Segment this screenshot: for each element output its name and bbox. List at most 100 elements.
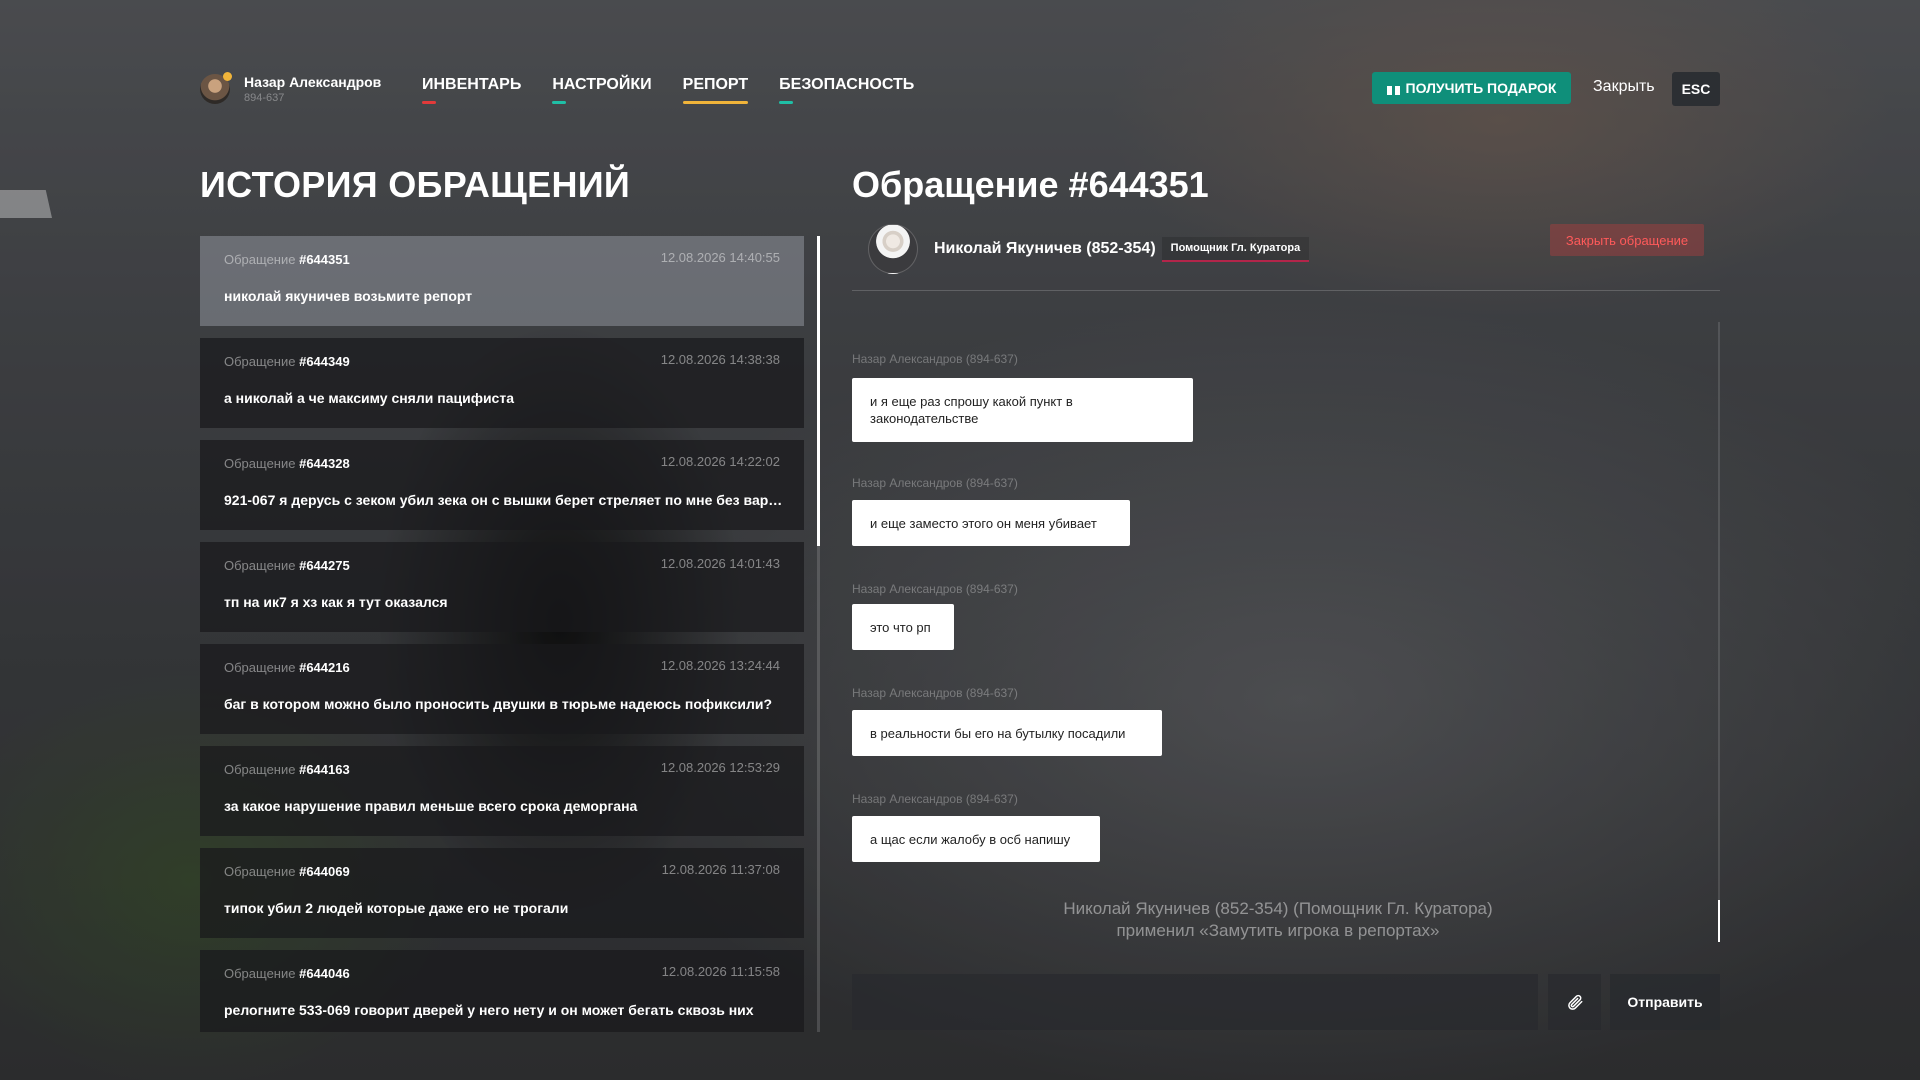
ticket-number: #644069	[299, 864, 350, 879]
chat-scrollbar[interactable]	[1718, 322, 1720, 942]
ticket-list-scroll-thumb[interactable]	[817, 236, 820, 547]
send-button[interactable]: Отправить	[1610, 974, 1720, 1030]
attach-file-button[interactable]	[1548, 974, 1601, 1030]
ticket-preview: а николай а че максиму сняли пацифиста	[224, 390, 514, 406]
nav-tab-label: РЕПОРТ	[682, 76, 749, 93]
agent-avatar	[868, 224, 918, 274]
gift-icon	[1386, 82, 1400, 95]
message-author: Назар Александров (894-637)	[852, 352, 1018, 366]
ticket-prefix: Обращение	[224, 558, 296, 573]
message-author: Назар Александров (894-637)	[852, 582, 1018, 596]
ticket-item[interactable]: Обращение #644349 12.08.2026 14:38:38 а ни…	[200, 338, 804, 428]
ticket-date: 12.08.2026 14:01:43	[660, 556, 780, 571]
ticket-item[interactable]: Обращение #644275 12.08.2026 14:01:43 тп н…	[200, 542, 804, 632]
ticket-prefix: Обращение	[224, 354, 296, 369]
ticket-number: #644216	[299, 660, 350, 675]
message-bubble: и еще заместо этого он меня убивает	[852, 500, 1130, 546]
agent-role-badge: Помощник Гл. Куратора	[1161, 236, 1310, 262]
ticket-preview: за какое нарушение правил меньше всего с…	[224, 798, 638, 814]
chat-scroll-thumb[interactable]	[1718, 900, 1720, 942]
ticket-number: #644349	[299, 354, 350, 369]
message-bubble: в реальности бы его на бутылку посадили	[852, 710, 1162, 756]
ticket-preview: николай якуничев возьмите репорт	[224, 288, 473, 304]
ticket-prefix: Обращение	[224, 966, 296, 981]
message-bubble: а щас если жалобу в осб напишу	[852, 816, 1100, 862]
ticket-label: Обращение #644275	[224, 558, 350, 573]
message-input[interactable]	[852, 974, 1538, 1030]
ticket-date: 12.08.2026 13:24:44	[660, 658, 780, 673]
ticket-date: 12.08.2026 11:37:08	[661, 862, 780, 877]
ticket-preview: тп на ик7 я хз как я тут оказался	[224, 594, 448, 610]
side-tab	[0, 190, 52, 218]
message-author: Назар Александров (894-637)	[852, 792, 1018, 806]
ticket-prefix: Обращение	[224, 762, 296, 777]
nav-tab-1[interactable]: НАСТРОЙКИ	[552, 76, 652, 106]
ticket-label: Обращение #644328	[224, 456, 350, 471]
player-name: Назар Александров	[244, 74, 382, 90]
player-id: 894-637	[244, 92, 285, 104]
ticket-item[interactable]: Обращение #644069 12.08.2026 11:37:08 типо…	[200, 848, 804, 938]
ticket-item[interactable]: Обращение #644351 12.08.2026 14:40:55 нико…	[200, 236, 804, 326]
ticket-date: 12.08.2026 14:22:02	[660, 454, 780, 469]
ticket-preview: баг в котором можно было проносить двушк…	[224, 696, 773, 712]
ticket-item[interactable]: Обращение #644046 12.08.2026 11:15:58 рело…	[200, 950, 804, 1032]
message-author: Назар Александров (894-637)	[852, 686, 1018, 700]
nav-tab-underline	[682, 101, 749, 104]
ticket-number: #644328	[299, 456, 350, 471]
agent-name: Николай Якуничев (852-354)	[934, 240, 1156, 257]
ticket-prefix: Обращение	[224, 456, 296, 471]
nav-tab-3[interactable]: БЕЗОПАСНОСТЬ	[779, 76, 914, 106]
ticket-date: 12.08.2026 14:40:55	[660, 250, 780, 265]
paperclip-icon	[1567, 994, 1582, 1010]
ticket-date: 12.08.2026 12:53:29	[660, 760, 780, 775]
system-note-line-1: Николай Якуничев (852-354) (Помощник Гл.…	[1063, 899, 1493, 918]
assigned-agent: Николай Якуничев (852-354) Помощник Гл. …	[868, 224, 1310, 274]
system-note-line-2: применил «Замутить игрока в репортах»	[1116, 921, 1440, 940]
ticket-preview: релогните 533-069 говорит дверей у него …	[224, 1002, 754, 1018]
nav-tab-2[interactable]: РЕПОРТ	[682, 76, 749, 106]
ticket-item[interactable]: Обращение #644328 12.08.2026 14:22:02 921-…	[200, 440, 804, 530]
ticket-date: 12.08.2026 11:15:58	[661, 964, 780, 979]
ticket-preview: типок убил 2 людей которые даже его не т…	[224, 900, 569, 916]
get-gift-button[interactable]: ПОЛУЧИТЬ ПОДАРОК	[1372, 72, 1571, 104]
header-divider	[852, 290, 1720, 291]
message-bubble: это что рп	[852, 604, 954, 650]
nav-tab-underline	[552, 101, 567, 104]
nav-tab-label: ИНВЕНТАРЬ	[422, 76, 522, 93]
ticket-label: Обращение #644216	[224, 660, 350, 675]
ticket-number: #644275	[299, 558, 350, 573]
ticket-history-list[interactable]: Обращение #644351 12.08.2026 14:40:55 нико…	[200, 236, 805, 1032]
nav-tab-underline	[779, 101, 794, 104]
system-note: Николай Якуничев (852-354) (Помощник Гл.…	[852, 898, 1704, 942]
ticket-number: #644046	[299, 966, 350, 981]
main-nav: ИНВЕНТАРЬ НАСТРОЙКИ РЕПОРТ БЕЗОПАСНОСТЬ	[422, 76, 914, 106]
ticket-list-scrollbar[interactable]	[817, 236, 820, 1032]
close-menu-button[interactable]: Закрыть	[1593, 78, 1655, 96]
ticket-label: Обращение #644351	[224, 252, 350, 267]
esc-key-button[interactable]: ESC	[1672, 72, 1720, 106]
ticket-label: Обращение #644046	[224, 966, 350, 981]
ticket-prefix: Обращение	[224, 864, 296, 879]
player-avatar	[200, 72, 232, 104]
history-title: ИСТОРИЯ ОБРАЩЕНИЙ	[200, 164, 631, 205]
notification-dot	[223, 72, 232, 81]
ticket-number: #644163	[299, 762, 350, 777]
ticket-title: Обращение #644351	[852, 164, 1209, 205]
top-header: Назар Александров 894-637 ИНВЕНТАРЬ НАСТР…	[200, 72, 1720, 120]
get-gift-label: ПОЛУЧИТЬ ПОДАРОК	[1405, 80, 1557, 96]
ticket-label: Обращение #644163	[224, 762, 350, 777]
message-bubble: и я еще раз спрошу какой пункт в законод…	[852, 378, 1193, 442]
ticket-prefix: Обращение	[224, 252, 296, 267]
player-profile: Назар Александров 894-637	[200, 72, 382, 104]
ticket-label: Обращение #644349	[224, 354, 350, 369]
ticket-date: 12.08.2026 14:38:38	[660, 352, 780, 367]
nav-tab-label: НАСТРОЙКИ	[552, 76, 652, 93]
ticket-item[interactable]: Обращение #644216 12.08.2026 13:24:44 баг …	[200, 644, 804, 734]
ticket-number: #644351	[299, 252, 350, 267]
ticket-item[interactable]: Обращение #644163 12.08.2026 12:53:29 за к…	[200, 746, 804, 836]
ticket-prefix: Обращение	[224, 660, 296, 675]
close-ticket-button[interactable]: Закрыть обращение	[1550, 224, 1704, 256]
ticket-preview: 921-067 я дерусь с зеком убил зека он с …	[224, 492, 784, 508]
nav-tab-label: БЕЗОПАСНОСТЬ	[779, 76, 915, 93]
nav-tab-0[interactable]: ИНВЕНТАРЬ	[422, 76, 521, 106]
